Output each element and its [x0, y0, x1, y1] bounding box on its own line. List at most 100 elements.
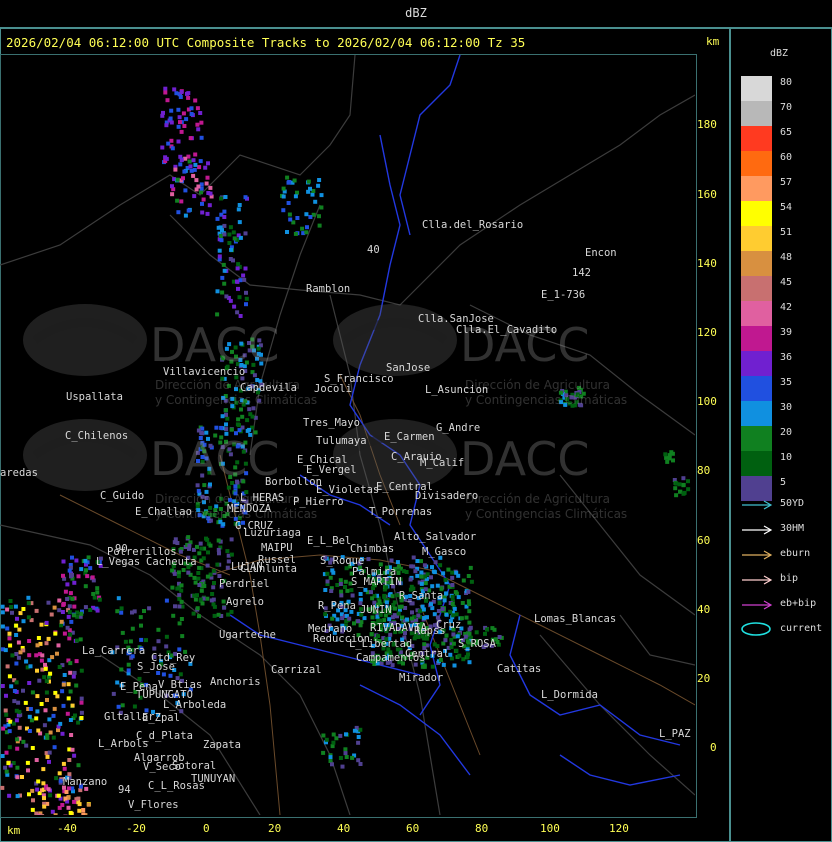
echo-pixel: [40, 814, 45, 815]
echo-pixel: [9, 605, 14, 609]
echo-pixel: [285, 230, 289, 234]
echo-pixel: [27, 681, 32, 685]
echo-pixel: [21, 688, 25, 693]
y-tick-label: 80: [697, 464, 711, 477]
echo-pixel: [212, 581, 216, 585]
echo-pixel: [70, 555, 74, 560]
echo-pixel: [429, 602, 433, 607]
echo-pixel: [237, 423, 241, 428]
echo-pixel: [430, 565, 434, 570]
track-label: 30HM: [780, 523, 805, 534]
echo-pixel: [183, 188, 188, 193]
echo-pixel: [212, 613, 217, 618]
echo-pixel: [168, 673, 173, 678]
echo-pixel: [164, 123, 169, 128]
echo-pixel: [116, 704, 121, 709]
echo-pixel: [0, 624, 5, 629]
echo-pixel: [423, 574, 427, 579]
x-tick-label: 80: [475, 822, 489, 835]
place-label: E_L_Bel: [307, 535, 352, 547]
dbz-swatch: [741, 76, 772, 101]
echo-pixel: [285, 175, 290, 180]
echo-pixel: [27, 729, 32, 733]
echo-pixel: [0, 610, 5, 615]
echo-pixel: [198, 111, 203, 115]
echo-pixel: [189, 112, 194, 116]
echo-pixel: [74, 558, 79, 563]
window-title: dBZ: [405, 6, 427, 20]
echo-pixel: [72, 604, 77, 609]
echo-pixel: [26, 601, 31, 606]
dbz-swatch: [741, 376, 772, 401]
echo-pixel: [177, 593, 182, 598]
echo-pixel: [79, 567, 84, 572]
echo-pixel: [205, 574, 210, 579]
echo-pixel: [467, 660, 472, 665]
echo-pixel: [411, 555, 416, 560]
dbz-swatch-label: 57: [780, 177, 793, 188]
echo-pixel: [156, 627, 161, 632]
echo-pixel: [27, 639, 32, 643]
echo-pixel: [192, 593, 197, 598]
echo-pixel: [450, 570, 455, 575]
echo-pixel: [4, 769, 9, 774]
place-label: 90: [115, 543, 128, 555]
dbz-swatch: [741, 151, 772, 176]
echo-pixel: [419, 574, 424, 579]
echo-pixel: [345, 588, 350, 593]
echo-pixel: [192, 575, 197, 580]
echo-pixel: [665, 459, 670, 464]
echo-pixel: [44, 679, 49, 684]
echo-pixel: [35, 787, 40, 792]
echo-pixel: [26, 595, 31, 600]
echo-pixel: [12, 699, 17, 704]
echo-pixel: [222, 223, 227, 228]
echo-pixel: [66, 614, 71, 619]
echo-pixel: [44, 690, 49, 695]
echo-pixel: [12, 689, 17, 693]
place-label: 142: [572, 267, 591, 279]
echo-pixel: [68, 718, 73, 722]
echo-pixel: [142, 609, 146, 613]
echo-pixel: [304, 212, 309, 217]
echo-pixel: [358, 762, 363, 766]
place-label: Clla.El_Cavadito: [456, 324, 558, 336]
echo-pixel: [195, 106, 200, 111]
echo-pixel: [7, 729, 12, 734]
echo-pixel: [329, 589, 334, 593]
echo-pixel: [130, 626, 135, 631]
echo-pixel: [36, 779, 41, 784]
dbz-swatch-label: 45: [780, 277, 793, 288]
echo-pixel: [30, 788, 35, 793]
echo-pixel: [363, 587, 368, 592]
echo-pixel: [237, 295, 242, 300]
echo-pixel: [24, 743, 29, 748]
echo-pixel: [227, 241, 232, 245]
echo-pixel: [217, 248, 222, 253]
echo-pixel: [18, 650, 23, 655]
echo-pixel: [147, 606, 152, 611]
echo-pixel: [196, 571, 201, 575]
echo-pixel: [95, 586, 100, 591]
echo-pixel: [73, 713, 77, 718]
place-label: La_Carrera: [82, 645, 146, 657]
echo-pixel: [17, 725, 22, 730]
echo-pixel: [67, 758, 72, 762]
place-label: Cacheuta: [146, 556, 197, 568]
echo-pixel: [178, 549, 183, 554]
echo-pixel: [164, 634, 169, 639]
echo-pixel: [168, 116, 173, 121]
echo-pixel: [419, 559, 423, 564]
echo-pixel: [71, 674, 76, 679]
echo-pixel: [198, 159, 203, 164]
place-label: R_Santa: [399, 590, 444, 602]
echo-pixel: [222, 215, 227, 219]
dacc-watermark-line1-4: Dirección de Agricultura: [465, 492, 610, 506]
echo-pixel: [204, 181, 209, 186]
echo-pixel: [7, 631, 12, 636]
echo-pixel: [3, 648, 8, 653]
echo-pixel: [343, 585, 347, 589]
echo-pixel: [220, 275, 225, 280]
echo-pixel: [176, 570, 181, 575]
echo-pixel: [410, 616, 414, 621]
